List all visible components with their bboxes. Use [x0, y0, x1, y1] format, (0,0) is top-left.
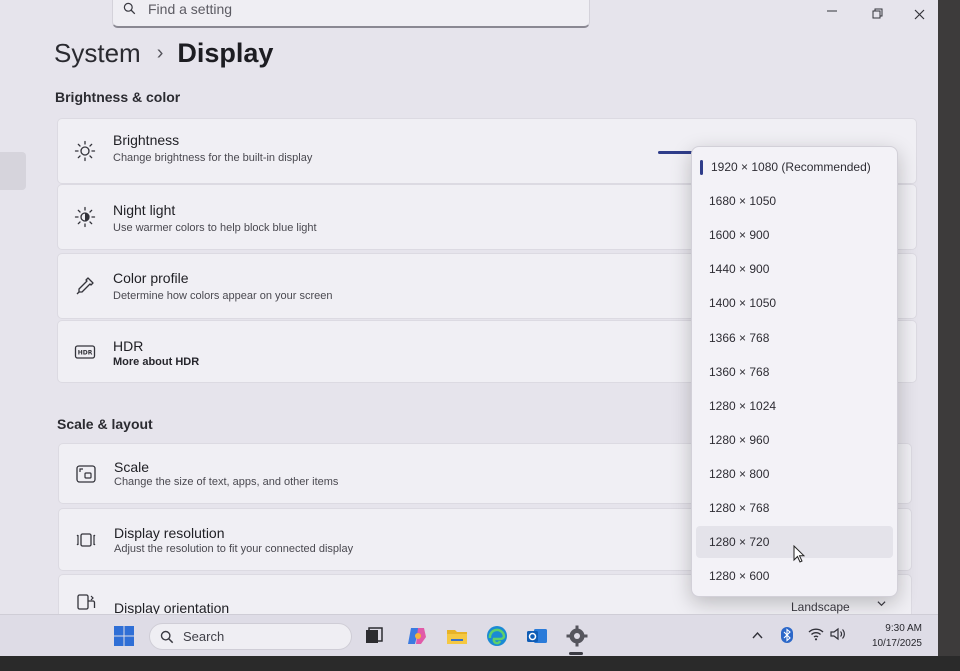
screen-bezel-bottom	[0, 656, 960, 671]
file-explorer-icon[interactable]	[445, 624, 469, 648]
scale-subtitle: Change the size of text, apps, and other…	[114, 476, 339, 488]
brightness-slider[interactable]	[658, 151, 694, 154]
resolution-option[interactable]: 1920 × 1080 (Recommended)	[696, 151, 893, 183]
resolution-option-label: 1280 × 800	[709, 467, 770, 481]
page-title: Display	[177, 38, 274, 68]
find-setting-search[interactable]: Find a setting	[112, 0, 590, 28]
resolution-option[interactable]: 1280 × 600	[696, 560, 893, 592]
orientation-icon	[77, 594, 96, 610]
resolution-option[interactable]: 1280 × 1024	[696, 390, 893, 422]
orientation-select-value[interactable]: Landscape	[791, 600, 850, 614]
section-brightness-color: Brightness & color	[55, 89, 181, 105]
resolution-option[interactable]: 1280 × 800	[696, 458, 893, 490]
resolution-option[interactable]: 1600 × 900	[696, 219, 893, 251]
sun-moon-icon	[74, 206, 96, 228]
clock-time: 9:30 AM	[885, 623, 922, 634]
bluetooth-icon[interactable]	[780, 627, 794, 643]
resolution-option-label: 1440 × 900	[709, 262, 770, 276]
resolution-option[interactable]: 1280 × 960	[696, 424, 893, 456]
resolution-option-label: 1366 × 768	[709, 331, 770, 345]
clock-date: 10/17/2025	[871, 638, 922, 649]
show-hidden-icons-chevron-icon[interactable]	[752, 631, 763, 639]
resolution-option[interactable]: 1280 × 768	[696, 492, 893, 524]
copilot-icon[interactable]	[405, 624, 429, 648]
search-icon	[123, 2, 136, 15]
section-scale-layout: Scale & layout	[57, 416, 153, 432]
screen-bezel-right	[938, 0, 960, 656]
settings-icon[interactable]	[565, 624, 589, 648]
resolution-option-label: 1280 × 1024	[709, 399, 777, 413]
scale-title: Scale	[114, 459, 150, 475]
breadcrumb-system[interactable]: System	[54, 38, 141, 69]
volume-icon[interactable]	[830, 627, 846, 641]
search-icon	[160, 630, 174, 643]
scale-icon	[76, 464, 96, 483]
resolution-dropdown[interactable]: 1920 × 1080 (Recommended) 1680 × 1050 16…	[691, 146, 898, 597]
settings-window: Find a setting System › Display Brightne…	[0, 0, 938, 614]
wifi-icon[interactable]	[808, 627, 824, 641]
display-resolution-subtitle: Adjust the resolution to fit your connec…	[114, 543, 354, 555]
resolution-option[interactable]: 1400 × 1050	[696, 287, 893, 319]
search-placeholder: Find a setting	[148, 0, 233, 17]
restore-icon	[872, 8, 883, 19]
edge-icon[interactable]	[485, 624, 509, 648]
resolution-option-label: 1360 × 768	[709, 365, 770, 379]
resolution-option-label: 1280 × 960	[709, 433, 770, 447]
resolution-option[interactable]: 1360 × 768	[696, 356, 893, 388]
hdr-more-link[interactable]: More about HDR	[113, 356, 199, 368]
svg-text:HDR: HDR	[78, 349, 93, 356]
minimize-button[interactable]	[826, 4, 838, 20]
selected-indicator	[700, 160, 703, 175]
resolution-option-label: 1400 × 1050	[709, 296, 777, 310]
taskbar: Search 9:30 AM 10/17/2025	[0, 614, 938, 656]
resolution-option[interactable]: 1440 × 900	[696, 253, 893, 285]
active-app-indicator	[569, 652, 583, 655]
eyedropper-icon	[76, 277, 94, 295]
close-icon	[914, 9, 925, 20]
resolution-option-label: 1280 × 600	[709, 569, 770, 583]
breadcrumb-chevron-icon: ›	[156, 42, 164, 64]
brightness-title: Brightness	[113, 132, 180, 148]
start-icon[interactable]	[112, 624, 136, 648]
resolution-icon	[76, 532, 96, 547]
sun-icon	[74, 140, 96, 162]
resolution-option-label: 1920 × 1080 (Recommended)	[711, 160, 871, 174]
display-orientation-title: Display orientation	[114, 600, 230, 614]
resolution-option-label: 1280 × 720	[709, 535, 770, 549]
task-view-icon[interactable]	[362, 624, 386, 648]
resolution-option-label: 1680 × 1050	[709, 194, 777, 208]
hdr-title: HDR	[113, 338, 144, 354]
outlook-icon[interactable]	[525, 624, 549, 648]
restore-button[interactable]	[872, 6, 883, 22]
color-profile-subtitle: Determine how colors appear on your scre…	[113, 290, 333, 302]
system-clock[interactable]: 9:30 AM 10/17/2025	[852, 621, 922, 651]
night-light-title: Night light	[113, 202, 176, 218]
resolution-option[interactable]: 1680 × 1050	[696, 185, 893, 217]
color-profile-title: Color profile	[113, 270, 189, 286]
taskbar-search[interactable]: Search	[149, 623, 352, 650]
mouse-cursor-icon	[793, 545, 805, 563]
close-button[interactable]	[914, 7, 925, 23]
night-light-subtitle: Use warmer colors to help block blue lig…	[113, 222, 317, 234]
resolution-option[interactable]: 1366 × 768	[696, 322, 893, 354]
resolution-option-label: 1600 × 900	[709, 228, 770, 242]
nav-pane-edge[interactable]	[0, 152, 26, 190]
taskbar-search-label: Search	[183, 629, 225, 644]
display-resolution-title: Display resolution	[114, 525, 225, 541]
hdr-icon: HDR	[74, 344, 96, 359]
chevron-down-icon[interactable]	[877, 599, 886, 611]
minimize-icon	[827, 10, 837, 12]
brightness-subtitle: Change brightness for the built-in displ…	[113, 152, 313, 164]
resolution-option-label: 1280 × 768	[709, 501, 770, 515]
breadcrumb: System › Display	[54, 38, 273, 69]
